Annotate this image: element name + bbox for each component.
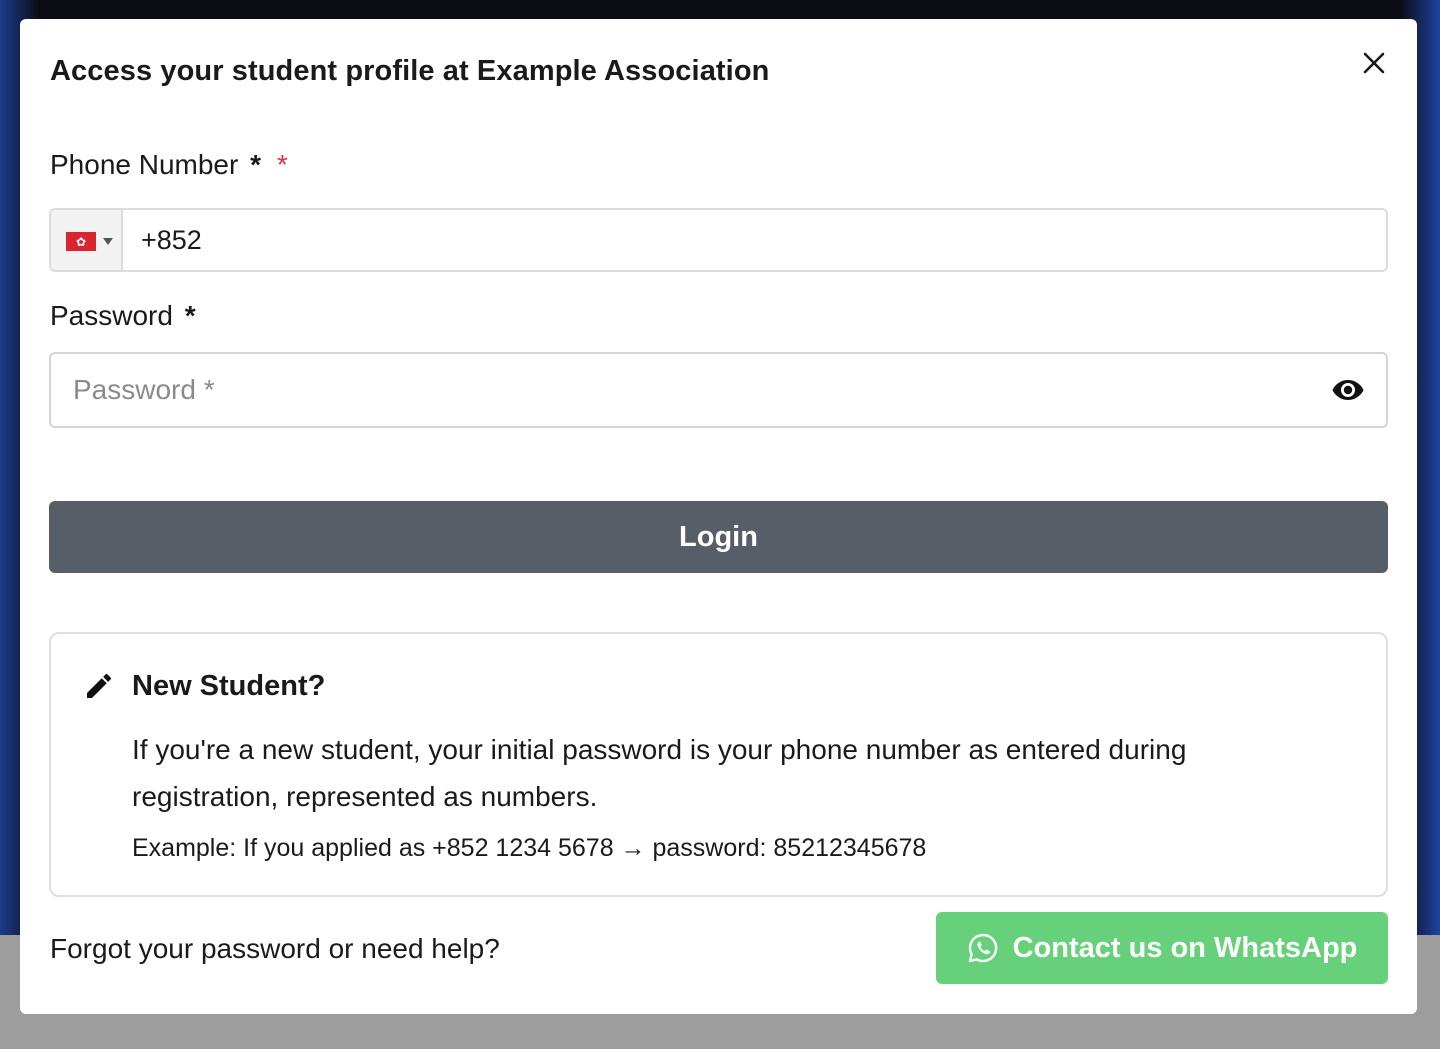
help-text: Forgot your password or need help? bbox=[50, 933, 500, 964]
phone-field: ✿ bbox=[49, 208, 1388, 272]
caret-down-icon bbox=[103, 238, 113, 245]
password-input[interactable] bbox=[51, 354, 1311, 426]
new-student-body: If you're a new student, your initial pa… bbox=[132, 734, 1187, 812]
eye-icon bbox=[1332, 380, 1364, 400]
password-required-mark: * bbox=[184, 300, 196, 331]
whatsapp-button-label: Contact us on WhatsApp bbox=[1012, 931, 1358, 964]
phone-required-mark: * bbox=[250, 149, 262, 180]
new-student-card: New Student? If you're a new student, yo… bbox=[49, 632, 1388, 897]
phone-required-mark-red: * bbox=[276, 149, 288, 180]
phone-label-text: Phone Number bbox=[50, 149, 239, 180]
whatsapp-contact-button[interactable]: Contact us on WhatsApp bbox=[936, 912, 1388, 984]
pencil-icon bbox=[87, 673, 112, 698]
phone-input[interactable] bbox=[125, 210, 1385, 270]
new-student-title: New Student? bbox=[132, 670, 326, 702]
country-code-select[interactable]: ✿ bbox=[51, 210, 123, 270]
password-label-text: Password bbox=[50, 300, 173, 331]
password-label: Password * bbox=[50, 300, 196, 332]
close-icon bbox=[1363, 52, 1385, 74]
password-field bbox=[49, 352, 1388, 428]
login-modal: Access your student profile at Example A… bbox=[20, 19, 1417, 1014]
toggle-password-visibility-button[interactable] bbox=[1329, 374, 1367, 406]
phone-label: Phone Number * * bbox=[50, 149, 288, 181]
whatsapp-icon bbox=[967, 932, 999, 964]
new-student-example: Example: If you applied as +852 1234 567… bbox=[132, 834, 927, 862]
modal-title: Access your student profile at Example A… bbox=[50, 55, 770, 87]
hong-kong-flag-icon: ✿ bbox=[66, 232, 96, 251]
login-button[interactable]: Login bbox=[49, 501, 1388, 573]
close-button[interactable] bbox=[1357, 46, 1391, 80]
